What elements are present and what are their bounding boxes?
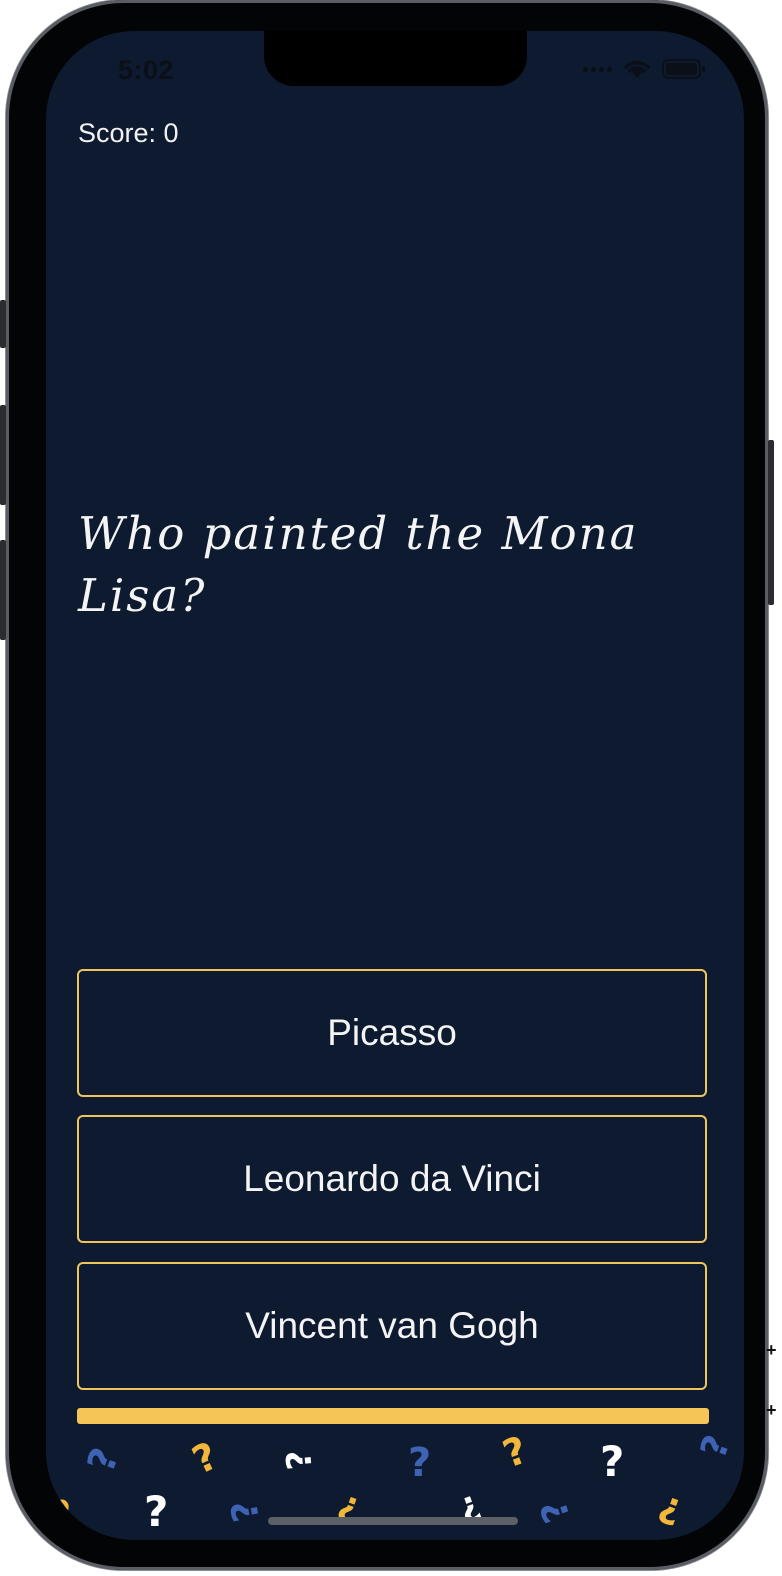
question-mark-icon: ? [46, 1491, 88, 1537]
question-mark-icon: ? [600, 1437, 625, 1486]
question-mark-icon: ? [144, 1487, 169, 1536]
question-mark-icon: ? [693, 1430, 739, 1464]
silent-switch [0, 300, 6, 348]
plus-icon: + [766, 1400, 777, 1420]
power-button [768, 440, 774, 605]
question-mark-icon: ? [279, 1448, 321, 1472]
question-mark-icon: ? [533, 1494, 579, 1528]
answer-button-leonardo-da-vinci[interactable]: Leonardo da Vinci [77, 1115, 707, 1243]
answer-label: Picasso [327, 1012, 457, 1053]
plus-icon: + [766, 1340, 777, 1360]
app-screen: 5:02 Score: 0 Who painted the Mona Lisa?… [46, 31, 744, 1540]
question-mark-icon: ? [223, 1497, 268, 1525]
question-mark-icon: ? [497, 1427, 533, 1477]
question-mark-icon: ? [408, 1440, 432, 1486]
status-time: 5:02 [118, 55, 175, 85]
battery-icon [662, 59, 705, 79]
device-frame: 5:02 Score: 0 Who painted the Mona Lisa?… [0, 0, 774, 1570]
answer-label: Vincent van Gogh [245, 1305, 539, 1346]
volume-down-button [0, 540, 6, 640]
answer-button-picasso[interactable]: Picasso [77, 969, 707, 1097]
question-mark-icon: ? [78, 1442, 128, 1478]
status-icons [583, 58, 706, 80]
wifi-icon [624, 60, 650, 78]
question-mark-icon: ? [185, 1433, 225, 1483]
cellular-signal-icon [583, 66, 612, 72]
score-label: Score: 0 [78, 118, 179, 148]
progress-bar [77, 1408, 709, 1424]
question-mark-icon: ? [653, 1486, 688, 1533]
volume-up-button [0, 405, 6, 505]
answer-button-vincent-van-gogh[interactable]: Vincent van Gogh [77, 1262, 707, 1390]
notch [264, 31, 527, 86]
home-indicator [268, 1517, 518, 1525]
question-text: Who painted the Mona Lisa? [78, 507, 639, 622]
answer-label: Leonardo da Vinci [243, 1158, 541, 1199]
